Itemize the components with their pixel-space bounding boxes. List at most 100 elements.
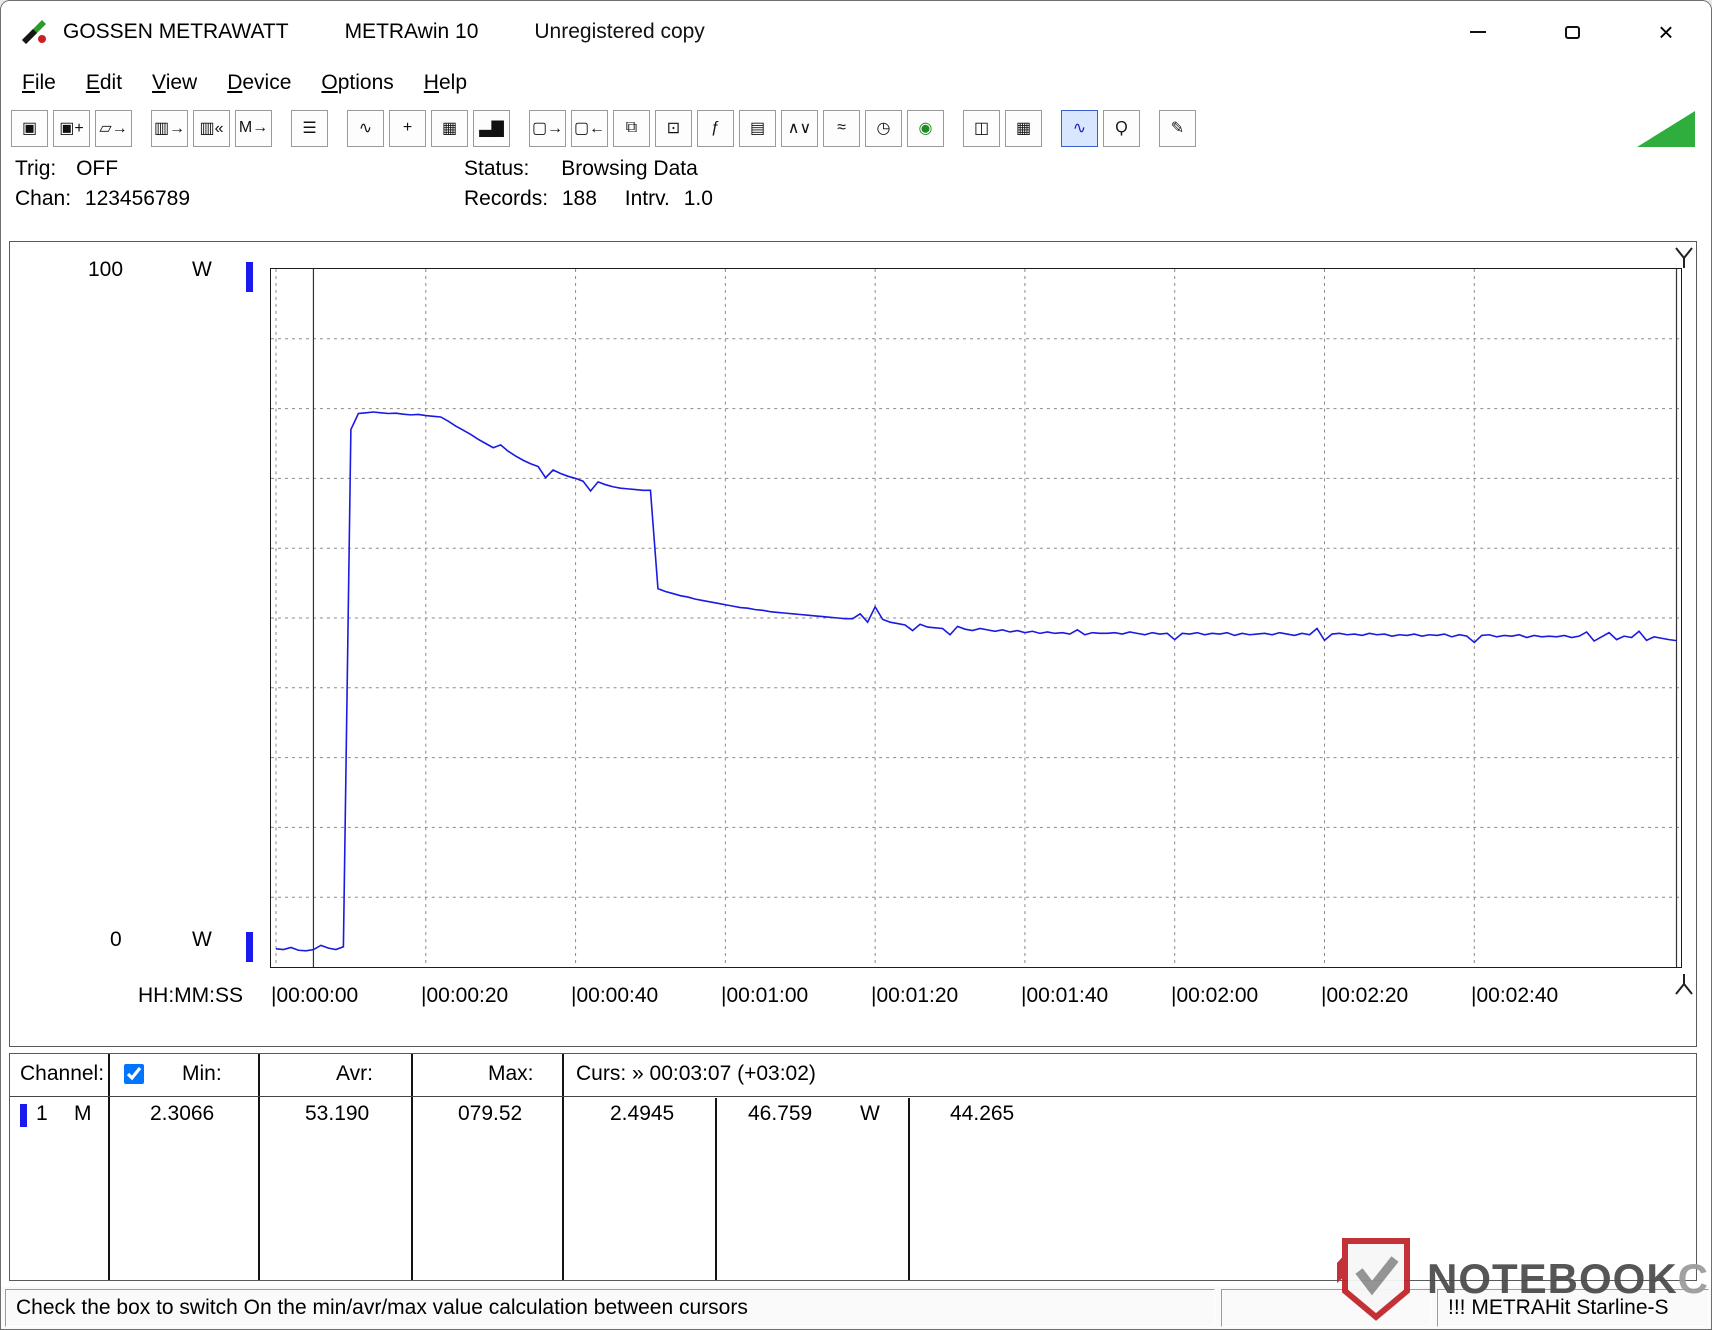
menu-view[interactable]: View [137, 67, 212, 99]
x-tick-label: |00:01:00 [721, 984, 809, 1007]
notebookcheck-shield-icon [1337, 1238, 1410, 1321]
col-header-cursor: Curs: » 00:03:07 (+03:02) [576, 1062, 816, 1085]
window-cascade-button[interactable]: ⧉ [613, 109, 650, 147]
x-tick-label: |00:00:00 [271, 984, 359, 1007]
monitor-button[interactable]: ⊡ [655, 109, 692, 147]
table-view-button[interactable]: ▦ [431, 109, 468, 147]
maximize-icon [1564, 25, 1580, 39]
value-cursor2: 46.759 [748, 1102, 813, 1125]
zoom-search-button[interactable]: Ϙ [1103, 109, 1140, 147]
device-timer-button[interactable]: ◷ [865, 109, 902, 147]
status-value: Browsing Data [561, 157, 698, 180]
title-brand: GOSSEN METRAWATT [63, 20, 289, 43]
maximize-button[interactable] [1549, 11, 1595, 53]
x-tick-label: |00:01:40 [1021, 984, 1109, 1007]
watermark-text-primary: NOTEBOOK [1427, 1255, 1678, 1302]
close-button[interactable]: × [1643, 11, 1689, 53]
wave-split-button[interactable]: ∧∨ [781, 109, 818, 147]
x-tick-label: |00:02:40 [1471, 984, 1559, 1007]
toolbar-separator [137, 110, 151, 147]
table-separator [562, 1054, 564, 1280]
interval-label: Intrv. [624, 187, 670, 210]
menu-help[interactable]: Help [409, 67, 482, 99]
y-axis-unit-bottom: W [192, 928, 212, 951]
channel-range-marker-top [246, 262, 253, 292]
chan-value: 123456789 [84, 187, 191, 210]
value-delta: 44.265 [950, 1102, 1015, 1125]
y-axis-min-label: 0 [110, 928, 122, 951]
export-device-button[interactable]: ▥→ [151, 109, 188, 147]
trig-label: Trig: [15, 157, 57, 180]
toolbar-separator [277, 110, 291, 147]
col-header-channel: Channel: [20, 1062, 105, 1085]
save-button[interactable]: ▣ [11, 109, 48, 147]
value-avr: 53.190 [305, 1102, 370, 1125]
info-bar: Trig: OFF Chan: 123456789 Status: Browsi… [1, 153, 1711, 241]
window-controls: × [1455, 1, 1689, 63]
export-30k-button[interactable]: ▥« [193, 109, 230, 147]
channel-type: M [74, 1102, 92, 1125]
export-memory-button[interactable]: M→ [235, 109, 272, 147]
table-separator [411, 1054, 413, 1280]
table-separator [108, 1054, 110, 1280]
value-cursor2-unit: W [860, 1102, 880, 1125]
device-read-button[interactable]: ▤ [739, 109, 776, 147]
minmax-between-cursors-checkbox[interactable] [124, 1064, 144, 1084]
toolbar-buttons: ▣ ▣+ ▱→ ▥→ ▥« M→ ☰ ∿ + ▦ ▃▇ ▢→ ▢← ⧉ ⊡ ƒ ▤ ∧∨ ≈ ◷ ◉ ◫ ▦ ∿ Ϙ ✎ [11, 109, 1201, 147]
toolbar: ▣ ▣+ ▱→ ▥→ ▥« M→ ☰ ∿ + ▦ ▃▇ ▢→ ▢← ⧉ ⊡ ƒ ▤ ∧∨ ≈ ◷ ◉ ◫ ▦ ∿ Ϙ ✎ [11, 103, 1701, 153]
save-as-button[interactable]: ▣+ [53, 109, 90, 147]
col-header-min: Min: [182, 1062, 222, 1085]
minimize-icon [1470, 31, 1486, 33]
menu-edit[interactable]: Edit [71, 67, 137, 99]
col-header-max: Max: [488, 1062, 534, 1085]
menu-device[interactable]: Device [212, 67, 306, 99]
window-import-button[interactable]: ▢← [571, 109, 608, 147]
y-axis-unit-top: W [192, 258, 212, 281]
app-logo-icon [22, 20, 46, 44]
formula-button[interactable]: ƒ [697, 109, 734, 147]
menu-bar: File Edit View Device Options Help [7, 63, 1711, 103]
table-separator [715, 1098, 717, 1280]
wave-button[interactable]: ≈ [823, 109, 860, 147]
x-tick-label: |00:02:00 [1171, 984, 1259, 1007]
value-cursor1: 2.4945 [610, 1102, 675, 1125]
print-button[interactable]: ▦ [1005, 109, 1042, 147]
channel-color-marker [20, 1104, 27, 1127]
bar-chart-view-button[interactable]: ▃▇ [473, 109, 510, 147]
power-chart [271, 269, 1681, 967]
cursor-handle-top-icon[interactable] [1672, 246, 1696, 270]
close-icon: × [1658, 17, 1674, 47]
records-label: Records: [464, 187, 549, 210]
minimize-button[interactable] [1455, 11, 1501, 53]
title-app-name: METRAwin 10 [344, 20, 479, 43]
device-status-button[interactable]: ◉ [907, 109, 944, 147]
toolbar-separator [949, 110, 963, 147]
zoom-wave-button[interactable]: ∿ [1061, 109, 1098, 147]
annotation-button[interactable]: ✎ [1159, 109, 1196, 147]
x-tick-label: |00:00:20 [421, 984, 509, 1007]
menu-file[interactable]: File [7, 67, 71, 99]
channel-number: 1 [36, 1102, 48, 1125]
plot-area[interactable] [270, 268, 1682, 968]
x-tick-label: |00:01:20 [871, 984, 959, 1007]
statusbar-message: Check the box to switch On the min/avr/m… [5, 1289, 1215, 1327]
value-min: 2.3066 [150, 1102, 215, 1125]
col-header-avr: Avr: [336, 1062, 373, 1085]
x-axis-format-label: HH:MM:SS [138, 984, 243, 1007]
toolbar-separator [333, 110, 347, 147]
power-trace [275, 411, 1677, 952]
app-window: GOSSEN METRAWATT METRAwin 10 Unregistere… [0, 0, 1712, 1330]
value-max: 079.52 [458, 1102, 523, 1125]
crosshair-view-button[interactable]: + [389, 109, 426, 147]
keyboard-button[interactable]: ☰ [291, 109, 328, 147]
window-export-button[interactable]: ▢→ [529, 109, 566, 147]
chart-line-view-button[interactable]: ∿ [347, 109, 384, 147]
menu-options[interactable]: Options [306, 67, 408, 99]
title-bar: GOSSEN METRAWATT METRAwin 10 Unregistere… [1, 1, 1711, 63]
watermark-text-secondary: CHECK [1677, 1255, 1711, 1302]
x-tick-label: |00:00:40 [571, 984, 659, 1007]
print-preview-button[interactable]: ◫ [963, 109, 1000, 147]
channel-range-marker-bottom [246, 932, 253, 962]
toolbar-corner-indicator [1637, 111, 1695, 147]
open-file-button[interactable]: ▱→ [95, 109, 132, 147]
